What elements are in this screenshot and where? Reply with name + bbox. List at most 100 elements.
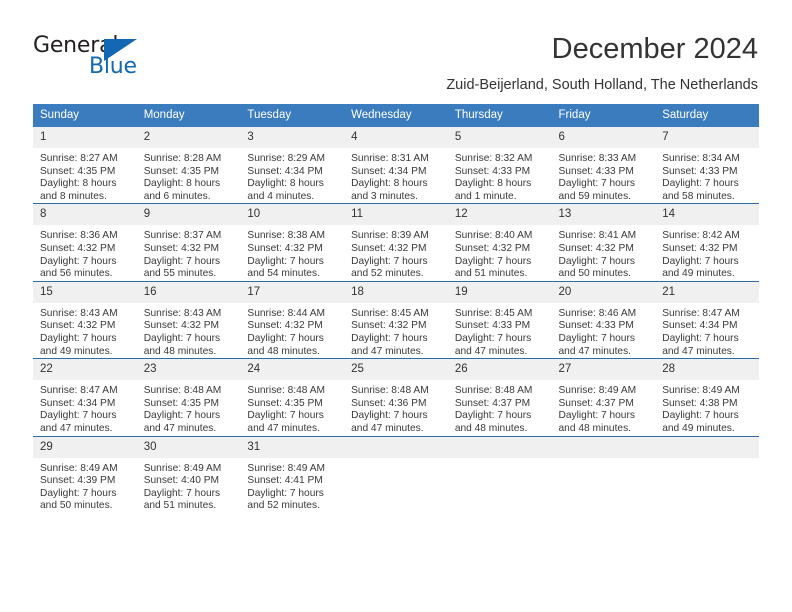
sunrise-text: Sunrise: 8:32 AM bbox=[454, 153, 533, 164]
sunset-text: Sunset: 4:41 PM bbox=[247, 475, 323, 487]
day-number: 11 bbox=[344, 204, 448, 226]
calendar-day-cell[interactable]: 23 Sunrise: 8:48 AM Sunset: 4:35 PM Dayligh… bbox=[136, 358, 241, 436]
calendar-day-cell[interactable]: 15 Sunrise: 8:43 AM Sunset: 4:32 PM Dayligh… bbox=[33, 280, 137, 359]
daylight-text-line2: and 49 minutes. bbox=[662, 268, 735, 280]
weekday-header-thursday: Thursday bbox=[447, 104, 552, 127]
calendar-day-cell[interactable]: 4 Sunrise: 8:31 AM Sunset: 4:34 PM Daylight… bbox=[344, 127, 448, 204]
sunset-text: Sunset: 4:35 PM bbox=[143, 397, 220, 409]
generalblue-logo[interactable]: General Blue bbox=[33, 34, 163, 82]
daylight-text-line2: and 58 minutes. bbox=[662, 190, 735, 202]
calendar-day-cell[interactable]: 26 Sunrise: 8:48 AM Sunset: 4:37 PM Dayligh… bbox=[447, 358, 552, 436]
calendar-day-cell[interactable]: 12 Sunrise: 8:40 AM Sunset: 4:32 PM Dayligh… bbox=[447, 203, 552, 282]
day-number: 30 bbox=[136, 436, 241, 458]
daylight-text-line1: Daylight: 7 hours bbox=[558, 410, 635, 422]
sunrise-text: Sunrise: 8:34 AM bbox=[662, 153, 740, 164]
day-number: 20 bbox=[551, 281, 656, 303]
logo-text-blue: Blue bbox=[89, 54, 137, 79]
calendar-day-cell[interactable]: 16 Sunrise: 8:43 AM Sunset: 4:32 PM Dayligh… bbox=[136, 280, 241, 359]
sunrise-text: Sunrise: 8:33 AM bbox=[558, 153, 637, 164]
calendar-day-cell[interactable]: 5 Sunrise: 8:32 AM Sunset: 4:33 PM Daylight… bbox=[447, 127, 552, 204]
weekday-header-tuesday: Tuesday bbox=[240, 104, 345, 127]
calendar-day-cell[interactable]: 13 Sunrise: 8:41 AM Sunset: 4:32 PM Dayligh… bbox=[551, 203, 656, 282]
sunrise-text: Sunrise: 8:48 AM bbox=[143, 385, 222, 397]
sunrise-text: Sunrise: 8:41 AM bbox=[558, 230, 637, 242]
day-number: 17 bbox=[240, 281, 345, 303]
calendar-day-cell[interactable]: 19 Sunrise: 8:45 AM Sunset: 4:33 PM Dayligh… bbox=[447, 280, 552, 359]
weekday-header-friday: Friday bbox=[551, 104, 656, 127]
calendar-day-cell[interactable]: 11 Sunrise: 8:39 AM Sunset: 4:32 PM Dayligh… bbox=[344, 203, 448, 282]
calendar-body: 1 Sunrise: 8:27 AM Sunset: 4:35 PM Daylight… bbox=[33, 127, 759, 513]
sunset-text: Sunset: 4:35 PM bbox=[247, 397, 323, 409]
daylight-text-line2: and 47 minutes. bbox=[454, 345, 528, 357]
calendar-day-cell[interactable]: 21 Sunrise: 8:47 AM Sunset: 4:34 PM Dayligh… bbox=[655, 280, 759, 359]
day-number bbox=[655, 436, 759, 458]
day-details: Sunrise: 8:49 AM Sunset: 4:40 PM Daylight:… bbox=[137, 458, 241, 513]
calendar-day-cell[interactable]: 20 Sunrise: 8:46 AM Sunset: 4:33 PM Dayligh… bbox=[551, 280, 656, 359]
daylight-text-line2: and 1 minute. bbox=[454, 190, 517, 202]
day-number: 3 bbox=[240, 127, 345, 148]
calendar-day-cell-empty bbox=[551, 435, 656, 513]
day-details: Sunrise: 8:48 AM Sunset: 4:37 PM Daylight:… bbox=[448, 380, 552, 435]
calendar-day-cell[interactable]: 17 Sunrise: 8:44 AM Sunset: 4:32 PM Dayligh… bbox=[240, 280, 345, 359]
calendar-day-cell[interactable]: 7 Sunrise: 8:34 AM Sunset: 4:33 PM Daylight… bbox=[655, 127, 759, 204]
day-number bbox=[447, 436, 552, 458]
daylight-text-line1: Daylight: 7 hours bbox=[40, 410, 117, 422]
calendar-day-cell[interactable]: 8 Sunrise: 8:36 AM Sunset: 4:32 PM Daylight… bbox=[33, 203, 137, 282]
sunrise-text: Sunrise: 8:45 AM bbox=[454, 307, 533, 319]
daylight-text-line1: Daylight: 8 hours bbox=[351, 178, 428, 190]
calendar-day-cell[interactable]: 25 Sunrise: 8:48 AM Sunset: 4:36 PM Dayligh… bbox=[344, 358, 448, 436]
daylight-text-line1: Daylight: 7 hours bbox=[662, 332, 739, 344]
calendar-day-cell[interactable]: 6 Sunrise: 8:33 AM Sunset: 4:33 PM Daylight… bbox=[551, 127, 656, 204]
calendar-week-row: 29 Sunrise: 8:49 AM Sunset: 4:39 PM Dayligh… bbox=[33, 435, 759, 513]
calendar-day-cell[interactable]: 1 Sunrise: 8:27 AM Sunset: 4:35 PM Daylight… bbox=[33, 127, 137, 204]
calendar-table: Sunday Monday Tuesday Wednesday Thursday… bbox=[33, 104, 759, 513]
calendar-day-cell[interactable]: 9 Sunrise: 8:37 AM Sunset: 4:32 PM Daylight… bbox=[136, 203, 241, 282]
calendar-day-cell[interactable]: 22 Sunrise: 8:47 AM Sunset: 4:34 PM Dayligh… bbox=[33, 358, 137, 436]
calendar-day-cell[interactable]: 18 Sunrise: 8:45 AM Sunset: 4:32 PM Dayligh… bbox=[344, 280, 448, 359]
daylight-text-line2: and 56 minutes. bbox=[40, 268, 113, 280]
daylight-text-line1: Daylight: 7 hours bbox=[143, 410, 221, 422]
weekday-header-monday: Monday bbox=[136, 104, 241, 127]
day-number: 18 bbox=[344, 281, 448, 303]
daylight-text-line1: Daylight: 8 hours bbox=[40, 178, 117, 190]
sunset-text: Sunset: 4:32 PM bbox=[662, 242, 738, 254]
daylight-text-line1: Daylight: 7 hours bbox=[558, 255, 635, 267]
daylight-text-line1: Daylight: 7 hours bbox=[40, 487, 117, 499]
daylight-text-line2: and 47 minutes. bbox=[247, 422, 320, 434]
day-number: 24 bbox=[240, 359, 345, 381]
calendar-day-cell[interactable]: 30 Sunrise: 8:49 AM Sunset: 4:40 PM Dayligh… bbox=[136, 435, 241, 513]
daylight-text-line2: and 47 minutes. bbox=[662, 345, 735, 357]
calendar-day-cell[interactable]: 14 Sunrise: 8:42 AM Sunset: 4:32 PM Dayligh… bbox=[655, 203, 759, 282]
sunset-text: Sunset: 4:32 PM bbox=[40, 242, 116, 254]
calendar-day-cell[interactable]: 27 Sunrise: 8:49 AM Sunset: 4:37 PM Dayligh… bbox=[551, 358, 656, 436]
sunrise-text: Sunrise: 8:46 AM bbox=[558, 307, 637, 319]
calendar-day-cell[interactable]: 28 Sunrise: 8:49 AM Sunset: 4:38 PM Dayligh… bbox=[655, 358, 759, 436]
sunrise-text: Sunrise: 8:48 AM bbox=[247, 385, 325, 397]
day-details: Sunrise: 8:28 AM Sunset: 4:35 PM Daylight:… bbox=[137, 148, 241, 203]
sunset-text: Sunset: 4:33 PM bbox=[454, 165, 531, 177]
calendar-day-cell[interactable]: 10 Sunrise: 8:38 AM Sunset: 4:32 PM Dayligh… bbox=[240, 203, 345, 282]
sunrise-text: Sunrise: 8:40 AM bbox=[454, 230, 533, 242]
daylight-text-line2: and 48 minutes. bbox=[143, 345, 217, 357]
calendar-day-cell[interactable]: 2 Sunrise: 8:28 AM Sunset: 4:35 PM Daylight… bbox=[136, 127, 241, 204]
daylight-text-line2: and 48 minutes. bbox=[558, 422, 632, 434]
weekday-header-wednesday: Wednesday bbox=[344, 104, 448, 127]
calendar-day-cell[interactable]: 24 Sunrise: 8:48 AM Sunset: 4:35 PM Dayligh… bbox=[240, 358, 345, 436]
calendar-day-cell[interactable]: 31 Sunrise: 8:49 AM Sunset: 4:41 PM Dayligh… bbox=[240, 435, 345, 513]
daylight-text-line2: and 49 minutes. bbox=[40, 345, 113, 357]
daylight-text-line1: Daylight: 7 hours bbox=[143, 332, 221, 344]
sunrise-text: Sunrise: 8:39 AM bbox=[351, 230, 429, 242]
daylight-text-line2: and 3 minutes. bbox=[351, 190, 418, 202]
daylight-text-line2: and 55 minutes. bbox=[143, 268, 217, 280]
calendar-day-cell[interactable]: 3 Sunrise: 8:29 AM Sunset: 4:34 PM Daylight… bbox=[240, 127, 345, 204]
calendar-day-cell[interactable]: 29 Sunrise: 8:49 AM Sunset: 4:39 PM Dayligh… bbox=[33, 435, 137, 513]
calendar-week-row: 8 Sunrise: 8:36 AM Sunset: 4:32 PM Daylight… bbox=[33, 203, 759, 282]
day-details: Sunrise: 8:34 AM Sunset: 4:33 PM Daylight:… bbox=[655, 148, 759, 203]
sunset-text: Sunset: 4:32 PM bbox=[40, 320, 116, 332]
day-number: 5 bbox=[447, 127, 552, 148]
daylight-text-line1: Daylight: 7 hours bbox=[454, 332, 532, 344]
weekday-header-sunday: Sunday bbox=[33, 104, 137, 127]
calendar-day-cell-empty bbox=[447, 435, 552, 513]
weekday-header-saturday: Saturday bbox=[655, 104, 759, 127]
sunset-text: Sunset: 4:36 PM bbox=[351, 397, 427, 409]
